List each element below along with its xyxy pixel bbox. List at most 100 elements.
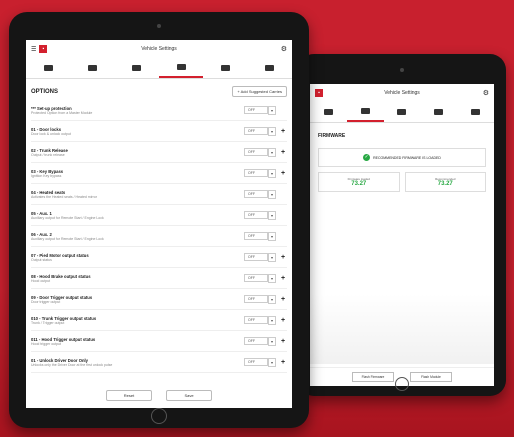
gear-icon[interactable]: ⚙ [281, 45, 287, 53]
home-button[interactable] [395, 377, 409, 391]
tab-door[interactable] [203, 58, 247, 78]
plus-icon[interactable]: + [279, 338, 287, 345]
tab-firmware[interactable] [346, 102, 384, 122]
tab-remote[interactable] [115, 58, 159, 78]
tab-car[interactable] [310, 102, 347, 122]
recommended-status: ✓ RECOMMENDED FIRMWARE IS LOADED [318, 148, 486, 167]
option-row: *** Set-up protection Protected Option fr… [31, 100, 287, 121]
firmware-title: FIRMWARE [318, 133, 346, 139]
add-suggested-button[interactable]: + Add Suggested Carries [232, 86, 287, 97]
chevron-down-icon[interactable]: ▾ [267, 105, 276, 115]
tab-car[interactable] [70, 58, 114, 78]
option-select[interactable]: OFF [243, 253, 268, 261]
chevron-down-icon[interactable]: ▾ [267, 336, 276, 346]
header-title: Vehicle Settings [141, 46, 177, 52]
chevron-down-icon[interactable]: ▾ [267, 210, 276, 220]
chevron-down-icon[interactable]: ▾ [267, 294, 276, 304]
vehicle-icon [43, 65, 53, 71]
plus-icon[interactable]: + [279, 149, 287, 156]
check-icon: ✓ [363, 154, 371, 161]
chevron-down-icon[interactable]: ▾ [267, 147, 276, 157]
home-button[interactable] [151, 408, 167, 424]
tab-options[interactable] [457, 102, 494, 122]
chevron-down-icon[interactable]: ▾ [267, 231, 276, 241]
option-select[interactable]: OFF [243, 106, 268, 114]
option-select[interactable]: OFF [243, 295, 268, 303]
option-desc: Activates the Heated seats / Heated mirr… [31, 194, 97, 199]
door-icon [220, 65, 230, 71]
option-text: 010 - Trunk Trigger output status Trunk /… [31, 316, 241, 325]
option-select[interactable]: OFF [243, 211, 268, 219]
recommended-value: 73.27 [437, 181, 453, 187]
version-row: Firmware loaded 73.27 Recommended 73.27 [318, 172, 486, 192]
option-text: 05 - Aux. 1 Auxiliary output for Remote S… [31, 211, 241, 220]
menu-icon[interactable]: ☰ [31, 46, 36, 53]
chevron-down-icon[interactable]: ▾ [267, 168, 276, 178]
chevron-down-icon[interactable]: ▾ [267, 273, 276, 283]
option-row: 06 - Aux. 2 Auxiliary output for Remote S… [31, 226, 287, 247]
option-select[interactable]: OFF [243, 127, 268, 135]
options-screen: ☰ ▪ Vehicle Settings ⚙ OPTIONS + Add Sug… [26, 40, 292, 408]
chevron-down-icon[interactable]: ▾ [267, 315, 276, 325]
option-row: 02 - Trunk Release Output / trunk release… [31, 142, 287, 163]
option-text: 06 - Aux. 2 Auxiliary output for Remote S… [31, 232, 241, 241]
options-header: OPTIONS + Add Suggested Carries [26, 79, 292, 100]
option-select[interactable]: OFF [243, 148, 268, 156]
firmware-screen: ▪ Vehicle Settings ⚙ FIRMWARE ✓ RECOMMEN… [310, 84, 494, 386]
option-select[interactable]: OFF [243, 169, 268, 177]
chevron-down-icon[interactable]: ▾ [267, 126, 276, 136]
flash-module-button[interactable]: Flash Module [410, 372, 452, 382]
tab-door[interactable] [420, 102, 457, 122]
option-desc: Door trigger output [31, 299, 61, 304]
option-desc: Output / trunk release [31, 152, 65, 157]
option-desc: Ignition Key bypass [31, 173, 62, 178]
plus-icon[interactable]: + [279, 170, 287, 177]
option-text: 011 - Hood Trigger output status Hood tri… [31, 337, 241, 346]
car-icon [323, 109, 333, 115]
option-select[interactable]: OFF [243, 358, 268, 366]
chevron-down-icon[interactable]: ▾ [267, 252, 276, 262]
tab-vehicle[interactable] [26, 58, 70, 78]
option-row: 04 - Heated seats Activates the Heated se… [31, 184, 287, 205]
option-row: 011 - Hood Trigger output status Hood tri… [31, 331, 287, 352]
camera-dot [400, 68, 404, 72]
door-icon [434, 109, 444, 115]
option-select[interactable]: OFF [243, 190, 268, 198]
recommended-text: RECOMMENDED FIRMWARE IS LOADED [373, 155, 441, 160]
plus-icon[interactable]: + [279, 296, 287, 303]
reset-button[interactable]: Reset [106, 390, 152, 401]
plus-icon[interactable]: + [279, 275, 287, 282]
option-select[interactable]: OFF [243, 337, 268, 345]
camera-dot [157, 24, 161, 28]
save-button[interactable]: Save [166, 390, 212, 401]
chevron-down-icon[interactable]: ▾ [267, 357, 276, 367]
option-desc: Door lock & unlock output [31, 131, 71, 136]
option-desc: Protected Option from a Master Module [31, 110, 93, 115]
flash-firmware-button[interactable]: Flash Firmware [352, 372, 394, 382]
car-icon [87, 65, 97, 71]
option-text: 07 - Pied Motor output status Output stat… [31, 253, 241, 262]
gear-icon[interactable]: ⚙ [483, 89, 489, 97]
option-row: 01 - Unlock Driver Door Only Unlocks only… [31, 352, 287, 373]
option-desc: Hood trigger output [31, 341, 61, 346]
option-text: 09 - Door Trigger output status Door trig… [31, 295, 241, 304]
option-select[interactable]: OFF [243, 316, 268, 324]
plus-icon[interactable]: + [279, 317, 287, 324]
plus-icon[interactable]: + [279, 128, 287, 135]
module-icon [397, 109, 407, 115]
option-text: 02 - Trunk Release Output / trunk release [31, 148, 241, 157]
option-select[interactable]: OFF [243, 232, 268, 240]
tab-bar [26, 58, 292, 79]
option-row: 07 - Pied Motor output status Output stat… [31, 247, 287, 268]
option-desc: Auxiliary output for Remote Start / Engi… [31, 236, 104, 241]
chevron-down-icon[interactable]: ▾ [267, 189, 276, 199]
plus-icon[interactable]: + [279, 254, 287, 261]
option-select[interactable]: OFF [243, 274, 268, 282]
recommended-version: Recommended 73.27 [404, 172, 486, 192]
plus-icon[interactable]: + [279, 359, 287, 366]
tab-options[interactable] [248, 58, 292, 78]
option-row: 08 - Hood Brake output status Hood output… [31, 268, 287, 289]
tab-module[interactable] [158, 58, 204, 78]
tab-module[interactable] [384, 102, 421, 122]
option-desc: Output status [31, 257, 52, 262]
